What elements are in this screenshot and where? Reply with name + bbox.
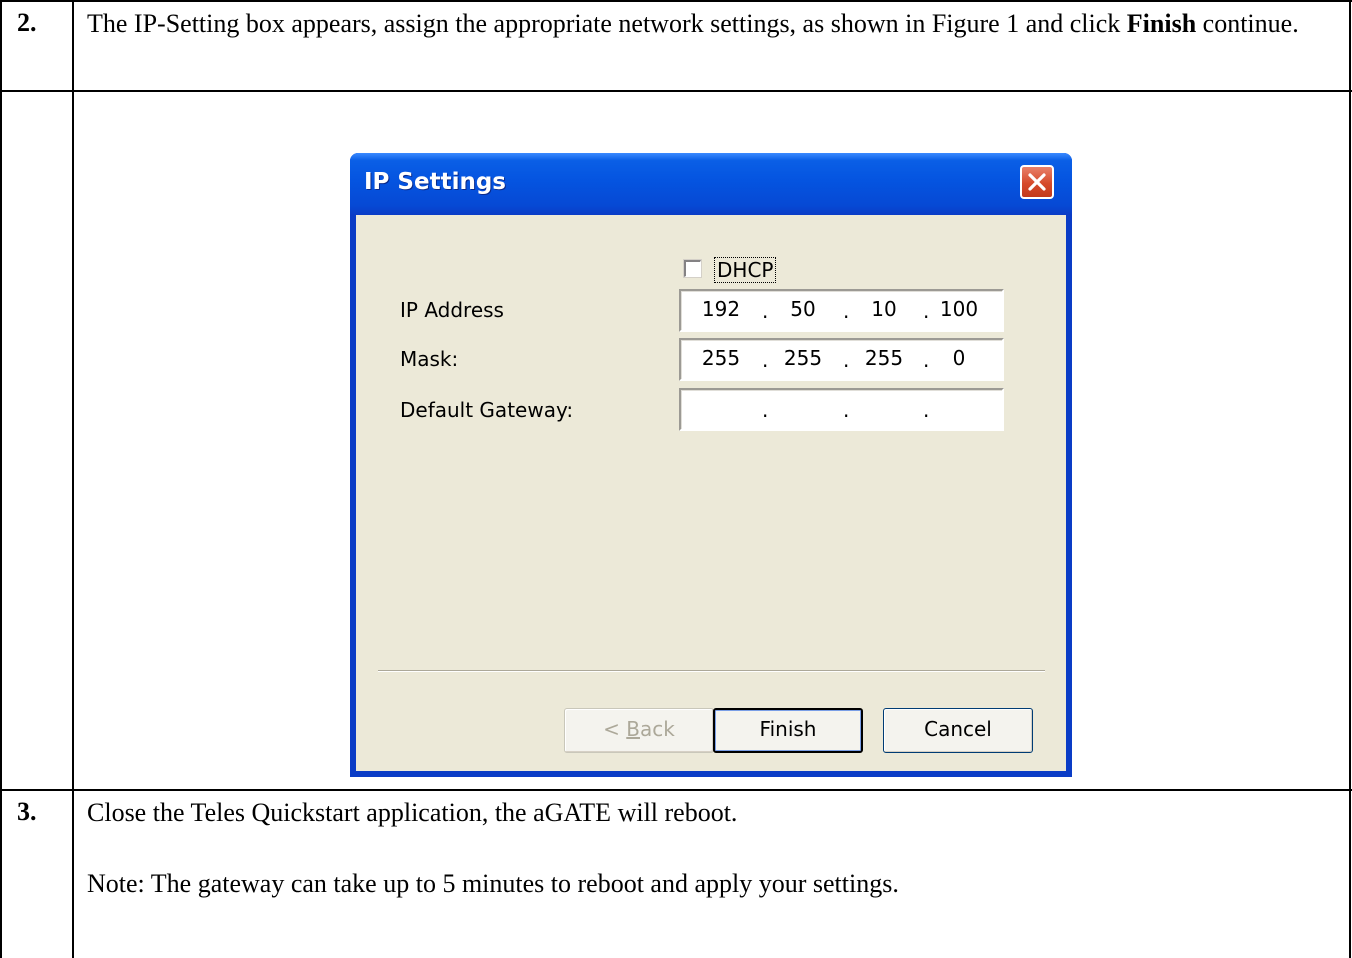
ip-octet-2[interactable]: 50: [775, 297, 831, 321]
mask-octet-2[interactable]: 255: [775, 346, 831, 370]
dialog-titlebar[interactable]: IP Settings: [350, 153, 1072, 215]
step-text-part: continue.: [1196, 9, 1299, 38]
step-instruction: Close the Teles Quickstart application, …: [87, 798, 738, 827]
cancel-button[interactable]: Cancel: [883, 708, 1033, 753]
octet-separator: .: [762, 299, 769, 323]
finish-button[interactable]: Finish: [713, 708, 863, 753]
octet-separator: .: [843, 398, 850, 422]
close-button[interactable]: [1020, 165, 1054, 199]
ip-address-label: IP Address: [400, 298, 504, 322]
octet-separator: .: [762, 398, 769, 422]
step-number: 3.: [17, 797, 37, 826]
table-border-right: [1349, 0, 1351, 958]
mask-label: Mask:: [400, 347, 459, 371]
table-row-divider: [0, 90, 1352, 92]
dialog-client-area: DHCP IP Address 192 . 50 . 10 . 100 Mask…: [356, 215, 1066, 771]
mask-field[interactable]: 255 . 255 . 255 . 0: [679, 338, 1004, 381]
ip-settings-dialog: IP Settings DHCP IP Address 192 . 50 . 1…: [350, 153, 1072, 777]
step-instruction: The IP-Setting box appears, assign the a…: [87, 6, 1327, 41]
ip-octet-3[interactable]: 10: [856, 297, 912, 321]
default-gateway-field[interactable]: . . .: [679, 388, 1004, 431]
table-column-divider: [72, 0, 74, 958]
dhcp-label[interactable]: DHCP: [714, 257, 777, 283]
octet-separator: .: [923, 398, 930, 422]
back-button-prefix: <: [603, 717, 627, 741]
close-icon: [1028, 173, 1046, 191]
mask-octet-3[interactable]: 255: [856, 346, 912, 370]
dhcp-checkbox[interactable]: [683, 259, 702, 278]
table-row-divider: [0, 789, 1352, 791]
step-text-part: The IP-Setting box appears, assign the a…: [87, 9, 1127, 38]
back-button-rest: ack: [640, 717, 675, 741]
octet-separator: .: [923, 348, 930, 372]
octet-separator: .: [923, 299, 930, 323]
octet-separator: .: [843, 299, 850, 323]
step-text-bold: Finish: [1126, 9, 1197, 38]
default-gateway-label: Default Gateway:: [400, 398, 574, 422]
back-button-mnemonic: B: [626, 717, 640, 741]
ip-address-field[interactable]: 192 . 50 . 10 . 100: [679, 289, 1004, 332]
octet-separator: .: [843, 348, 850, 372]
dialog-separator: [378, 670, 1045, 672]
table-border-top: [0, 0, 1352, 2]
octet-separator: .: [762, 348, 769, 372]
table-border-left: [0, 0, 2, 958]
mask-octet-1[interactable]: 255: [693, 346, 749, 370]
back-button[interactable]: < Back: [564, 708, 714, 753]
step-note: Note: The gateway can take up to 5 minut…: [87, 869, 899, 898]
ip-octet-4[interactable]: 100: [931, 297, 987, 321]
step-number: 2.: [17, 8, 37, 37]
mask-octet-4[interactable]: 0: [931, 346, 987, 370]
ip-octet-1[interactable]: 192: [693, 297, 749, 321]
dialog-title: IP Settings: [364, 169, 506, 195]
